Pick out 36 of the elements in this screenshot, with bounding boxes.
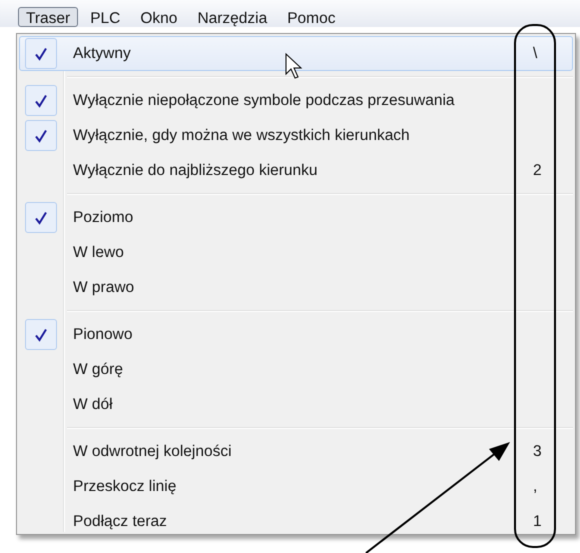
menu-item[interactable]: W dół xyxy=(19,387,573,422)
menu-bar-item[interactable]: Narzędzia xyxy=(189,7,276,27)
menu-item[interactable]: Wyłącznie do najbliższego kierunku 2 xyxy=(19,153,573,188)
menu-item[interactable]: Pionowo xyxy=(19,317,573,352)
menu-bar-item[interactable]: PLC xyxy=(82,7,128,27)
menu-item-label: W górę xyxy=(73,360,123,378)
menu-item[interactable]: W odwrotnej kolejności 3 xyxy=(19,434,573,469)
shortcut-key: 1 xyxy=(533,512,542,530)
menu-item-label: Przeskocz linię xyxy=(73,478,176,496)
menu-bar-item[interactable]: Pomoc xyxy=(279,7,344,27)
menu-bar-item[interactable]: Traser xyxy=(18,7,78,27)
menu-item-label: W odwrotnej kolejności xyxy=(73,442,232,460)
menu-item-label: Wyłącznie do najbliższego kierunku xyxy=(73,162,318,180)
menu-item-label: Podłącz teraz xyxy=(73,512,167,530)
menu-item-label: W prawo xyxy=(73,278,134,296)
menu-item-label: Pionowo xyxy=(73,326,132,344)
menu-item[interactable]: Podłącz teraz 1 xyxy=(19,504,573,539)
menu-item[interactable]: W prawo xyxy=(19,270,573,305)
menu-item-label: Wyłącznie, gdy można we wszystkich kierunkach xyxy=(73,126,410,144)
menu-item[interactable]: W lewo xyxy=(19,235,573,270)
menu-item[interactable]: Aktywny \ xyxy=(19,36,573,71)
menu-item[interactable]: Poziomo xyxy=(19,200,573,235)
shortcut-key: \ xyxy=(533,44,538,62)
menu-item-label: Poziomo xyxy=(73,208,134,226)
menu-item[interactable]: Wyłącznie niepołączone symbole podczas przesuwania xyxy=(19,83,573,118)
menu-item[interactable]: Przeskocz linię , xyxy=(19,469,573,504)
menu-item[interactable]: W górę xyxy=(19,352,573,387)
shortcut-key: , xyxy=(533,478,538,496)
menu-item-label: Aktywny xyxy=(73,44,131,62)
menu-item-label: W dół xyxy=(73,396,113,414)
menu-item[interactable]: Wyłącznie, gdy można we wszystkich kierunkach xyxy=(19,118,573,153)
shortcut-key: 2 xyxy=(533,162,542,180)
menu-bar-item[interactable]: Okno xyxy=(132,7,186,27)
shortcut-key: 3 xyxy=(533,442,542,460)
menu-item-label: Wyłącznie niepołączone symbole podczas przesuwania xyxy=(73,92,455,110)
menu-item-label: W lewo xyxy=(73,244,124,262)
